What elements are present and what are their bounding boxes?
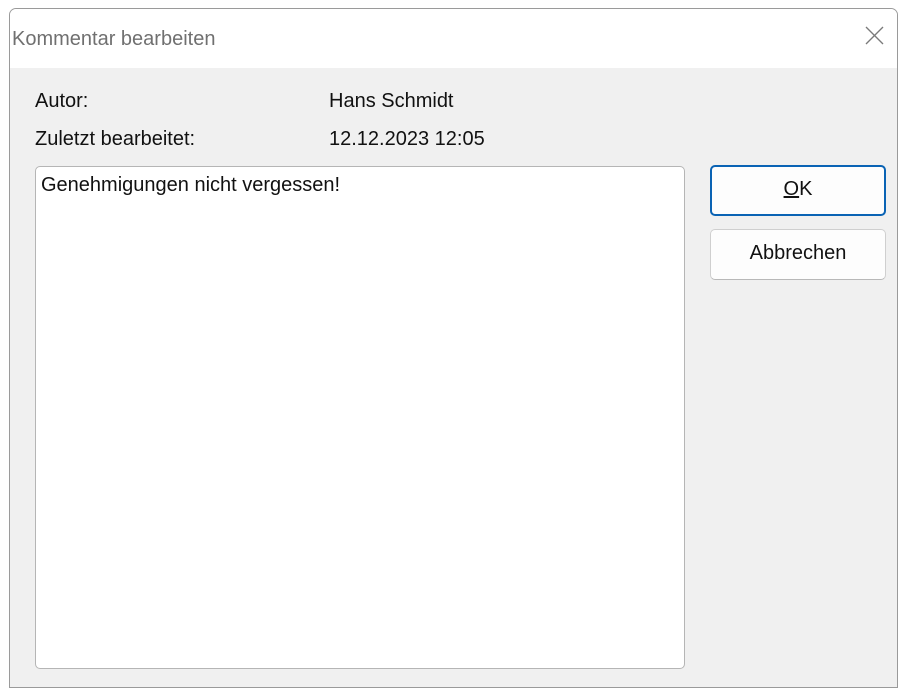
last-edited-value: 12.12.2023 12:05	[329, 128, 485, 150]
ok-label: K	[799, 178, 813, 200]
author-value: Hans Schmidt	[329, 90, 454, 112]
cancel-button[interactable]: Abbrechen	[710, 229, 886, 280]
close-icon	[865, 26, 884, 45]
close-button[interactable]	[851, 9, 897, 61]
edit-comment-dialog: Kommentar bearbeiten Autor: Hans Schmidt…	[9, 8, 898, 688]
dialog-title: Kommentar bearbeiten	[12, 28, 216, 50]
author-label: Autor:	[35, 90, 89, 112]
comment-textarea[interactable]: Genehmigungen nicht vergessen!	[35, 166, 685, 669]
title-bar: Kommentar bearbeiten	[10, 9, 897, 68]
ok-button[interactable]: OK	[710, 165, 886, 216]
ok-mnemonic: O	[783, 178, 800, 200]
last-edited-label: Zuletzt bearbeitet:	[35, 128, 196, 150]
